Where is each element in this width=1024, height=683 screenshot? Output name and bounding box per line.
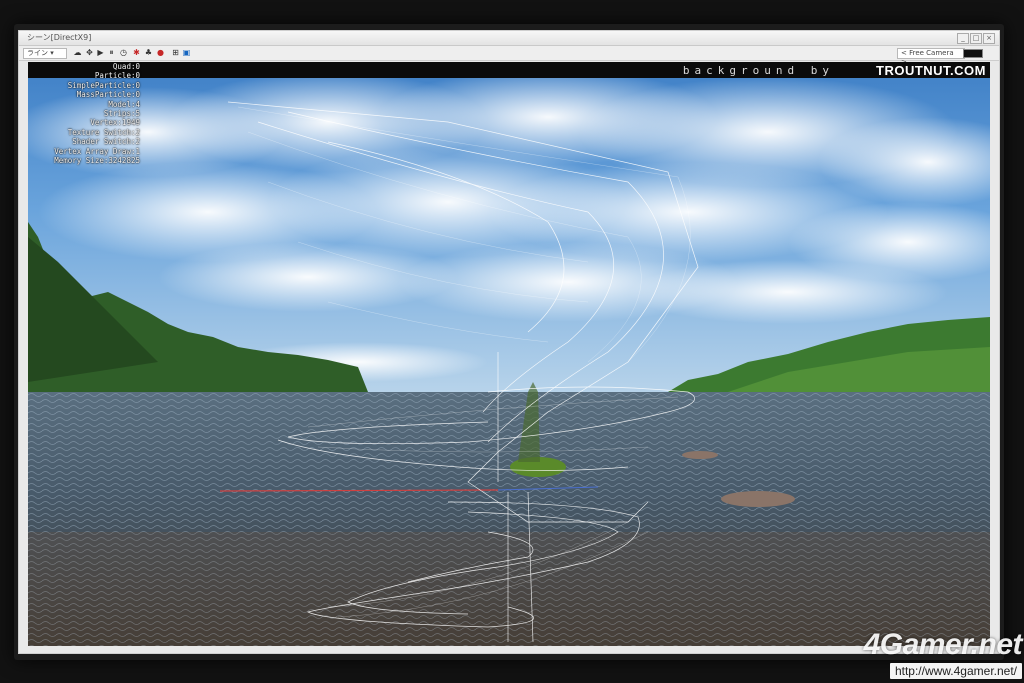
stat-shader-switch: Shader Switch:2: [72, 137, 140, 147]
stat-model: Model:4: [108, 99, 140, 109]
rock: [721, 491, 795, 507]
3d-viewport[interactable]: background by TROUTNUT.COM Quad:0 Partic…: [28, 62, 990, 646]
stat-quad: Quad:0: [112, 62, 140, 71]
close-button[interactable]: ×: [983, 33, 995, 44]
credit-banner: background by TROUTNUT.COM: [28, 62, 990, 78]
scene-toolbar: ライン ▾ ☁ ✥ ▶ ⏸ ◷ ✱ ♣ ● ⊞ ▣ < Free Camera …: [19, 46, 999, 66]
minimize-button[interactable]: _: [957, 33, 969, 44]
render-mode-label: ライン: [27, 49, 48, 57]
camera-icon[interactable]: ☁: [73, 48, 82, 57]
grid-icon[interactable]: ⊞: [171, 48, 180, 57]
maximize-button[interactable]: □: [970, 33, 982, 44]
window-titlebar: シーン[DirectX9] _ □ ×: [19, 31, 999, 46]
stat-texture-switch: Texture Switch:2: [67, 127, 140, 137]
render-stats: Quad:0 Particle:0 SimpleParticle:0 MassP…: [30, 62, 140, 165]
watermark: 4Gamer.net http://www.4gamer.net/: [863, 628, 1023, 679]
clock-icon[interactable]: ◷: [119, 48, 128, 57]
window-title: シーン[DirectX9]: [27, 33, 92, 42]
brand-logo: TROUTNUT.COM: [876, 63, 986, 78]
stat-particle: Particle:0: [94, 71, 140, 81]
background-credit: background by: [682, 64, 834, 77]
render-mode-dropdown[interactable]: ライン ▾: [23, 48, 67, 59]
stat-vertex-array-draw: Vertex Array Draw:1: [54, 146, 140, 156]
tree-icon[interactable]: ♣: [144, 48, 153, 57]
stat-vertex: Vertex:1949: [90, 118, 140, 128]
stat-simple-particle: SimpleParticle:0: [67, 80, 140, 90]
bug-icon[interactable]: ✱: [132, 48, 141, 57]
pause-icon[interactable]: ⏸: [107, 48, 116, 57]
watermark-url: http://www.4gamer.net/: [889, 663, 1022, 679]
move-icon[interactable]: ✥: [85, 48, 94, 57]
background-color-swatch[interactable]: [963, 49, 983, 58]
camera-dropdown[interactable]: < Free Camera >: [897, 48, 965, 66]
scene-render: [28, 62, 990, 646]
stat-mass-particle: MassParticle:0: [76, 90, 140, 100]
application-window: シーン[DirectX9] _ □ × ライン ▾ ☁ ✥ ▶ ⏸ ◷ ✱ ♣ …: [18, 30, 1000, 654]
record-icon[interactable]: ●: [156, 48, 165, 57]
display-icon[interactable]: ▣: [182, 48, 191, 57]
play-icon[interactable]: ▶: [96, 48, 105, 57]
stat-memory-size: Memory Size:3242825: [54, 156, 140, 166]
watermark-logo: 4Gamer.net: [863, 628, 1023, 661]
